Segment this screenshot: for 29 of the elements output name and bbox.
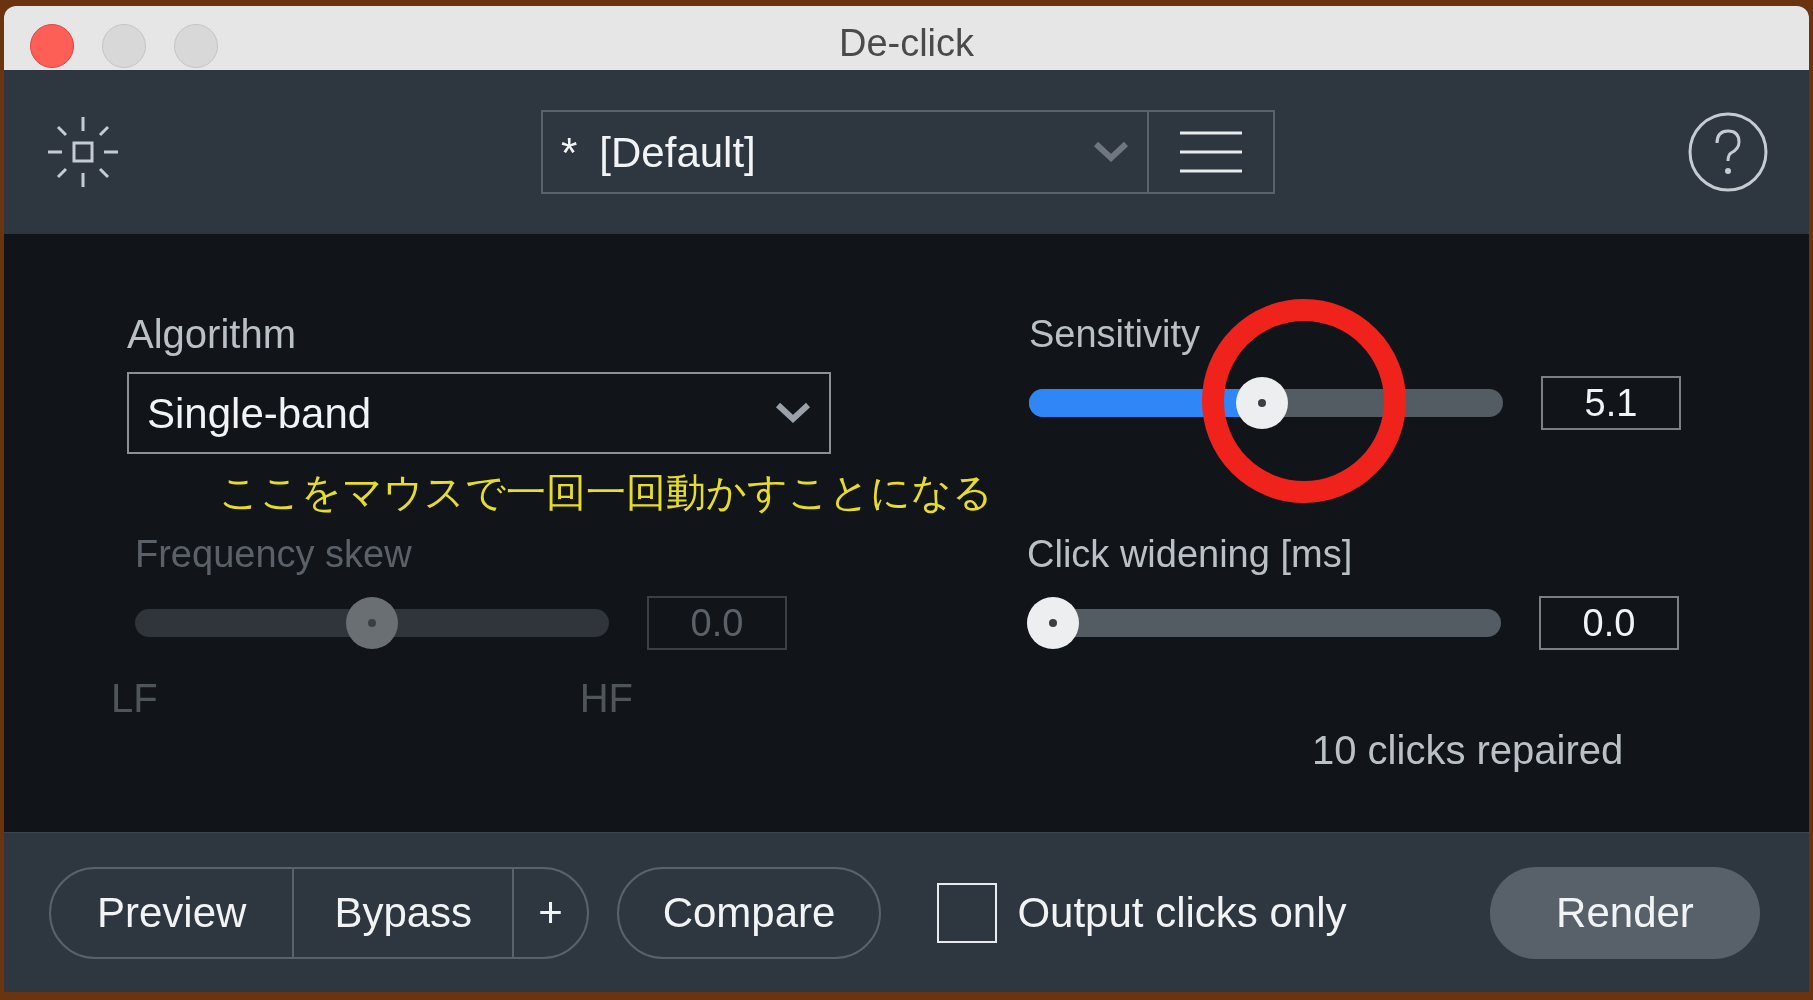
- checkbox-label: Output clicks only: [1017, 888, 1347, 938]
- checkbox[interactable]: [937, 882, 998, 943]
- value-field[interactable]: 5.1: [1541, 376, 1681, 430]
- slider[interactable]: [1029, 377, 1503, 429]
- add-button[interactable]: +: [514, 868, 587, 957]
- scale-label: LF: [111, 675, 158, 722]
- annotation-text: ここをマウスで一回一回動かすことになる: [219, 469, 994, 516]
- slider-thumb[interactable]: [1235, 377, 1288, 429]
- render-button[interactable]: Render: [1490, 866, 1760, 959]
- help-icon[interactable]: [1687, 111, 1769, 193]
- close-button[interactable]: [30, 24, 74, 68]
- preset-name: [Default]: [599, 127, 757, 178]
- slider-label: Frequency skew: [135, 532, 412, 577]
- slider-label: Click widening [ms]: [1027, 532, 1353, 577]
- chevron-down-icon: [1093, 141, 1129, 163]
- bypass-button[interactable]: Bypass: [294, 868, 515, 957]
- compare-button[interactable]: Compare: [616, 866, 882, 959]
- value-field[interactable]: 0.0: [1539, 596, 1679, 650]
- chevron-down-icon: [775, 402, 811, 424]
- menu-icon: [1180, 129, 1242, 175]
- preview-button[interactable]: Preview: [51, 868, 295, 957]
- modified-mark: *: [561, 127, 578, 178]
- window-title: De-click: [838, 20, 975, 66]
- algorithm-dropdown[interactable]: Single-band: [127, 372, 831, 454]
- status-text: 10 clicks repaired: [1312, 727, 1625, 774]
- scale-label: HF: [579, 675, 633, 722]
- algorithm-label: Algorithm: [127, 311, 297, 358]
- slider-label: Sensitivity: [1029, 312, 1201, 357]
- slider[interactable]: [135, 597, 609, 649]
